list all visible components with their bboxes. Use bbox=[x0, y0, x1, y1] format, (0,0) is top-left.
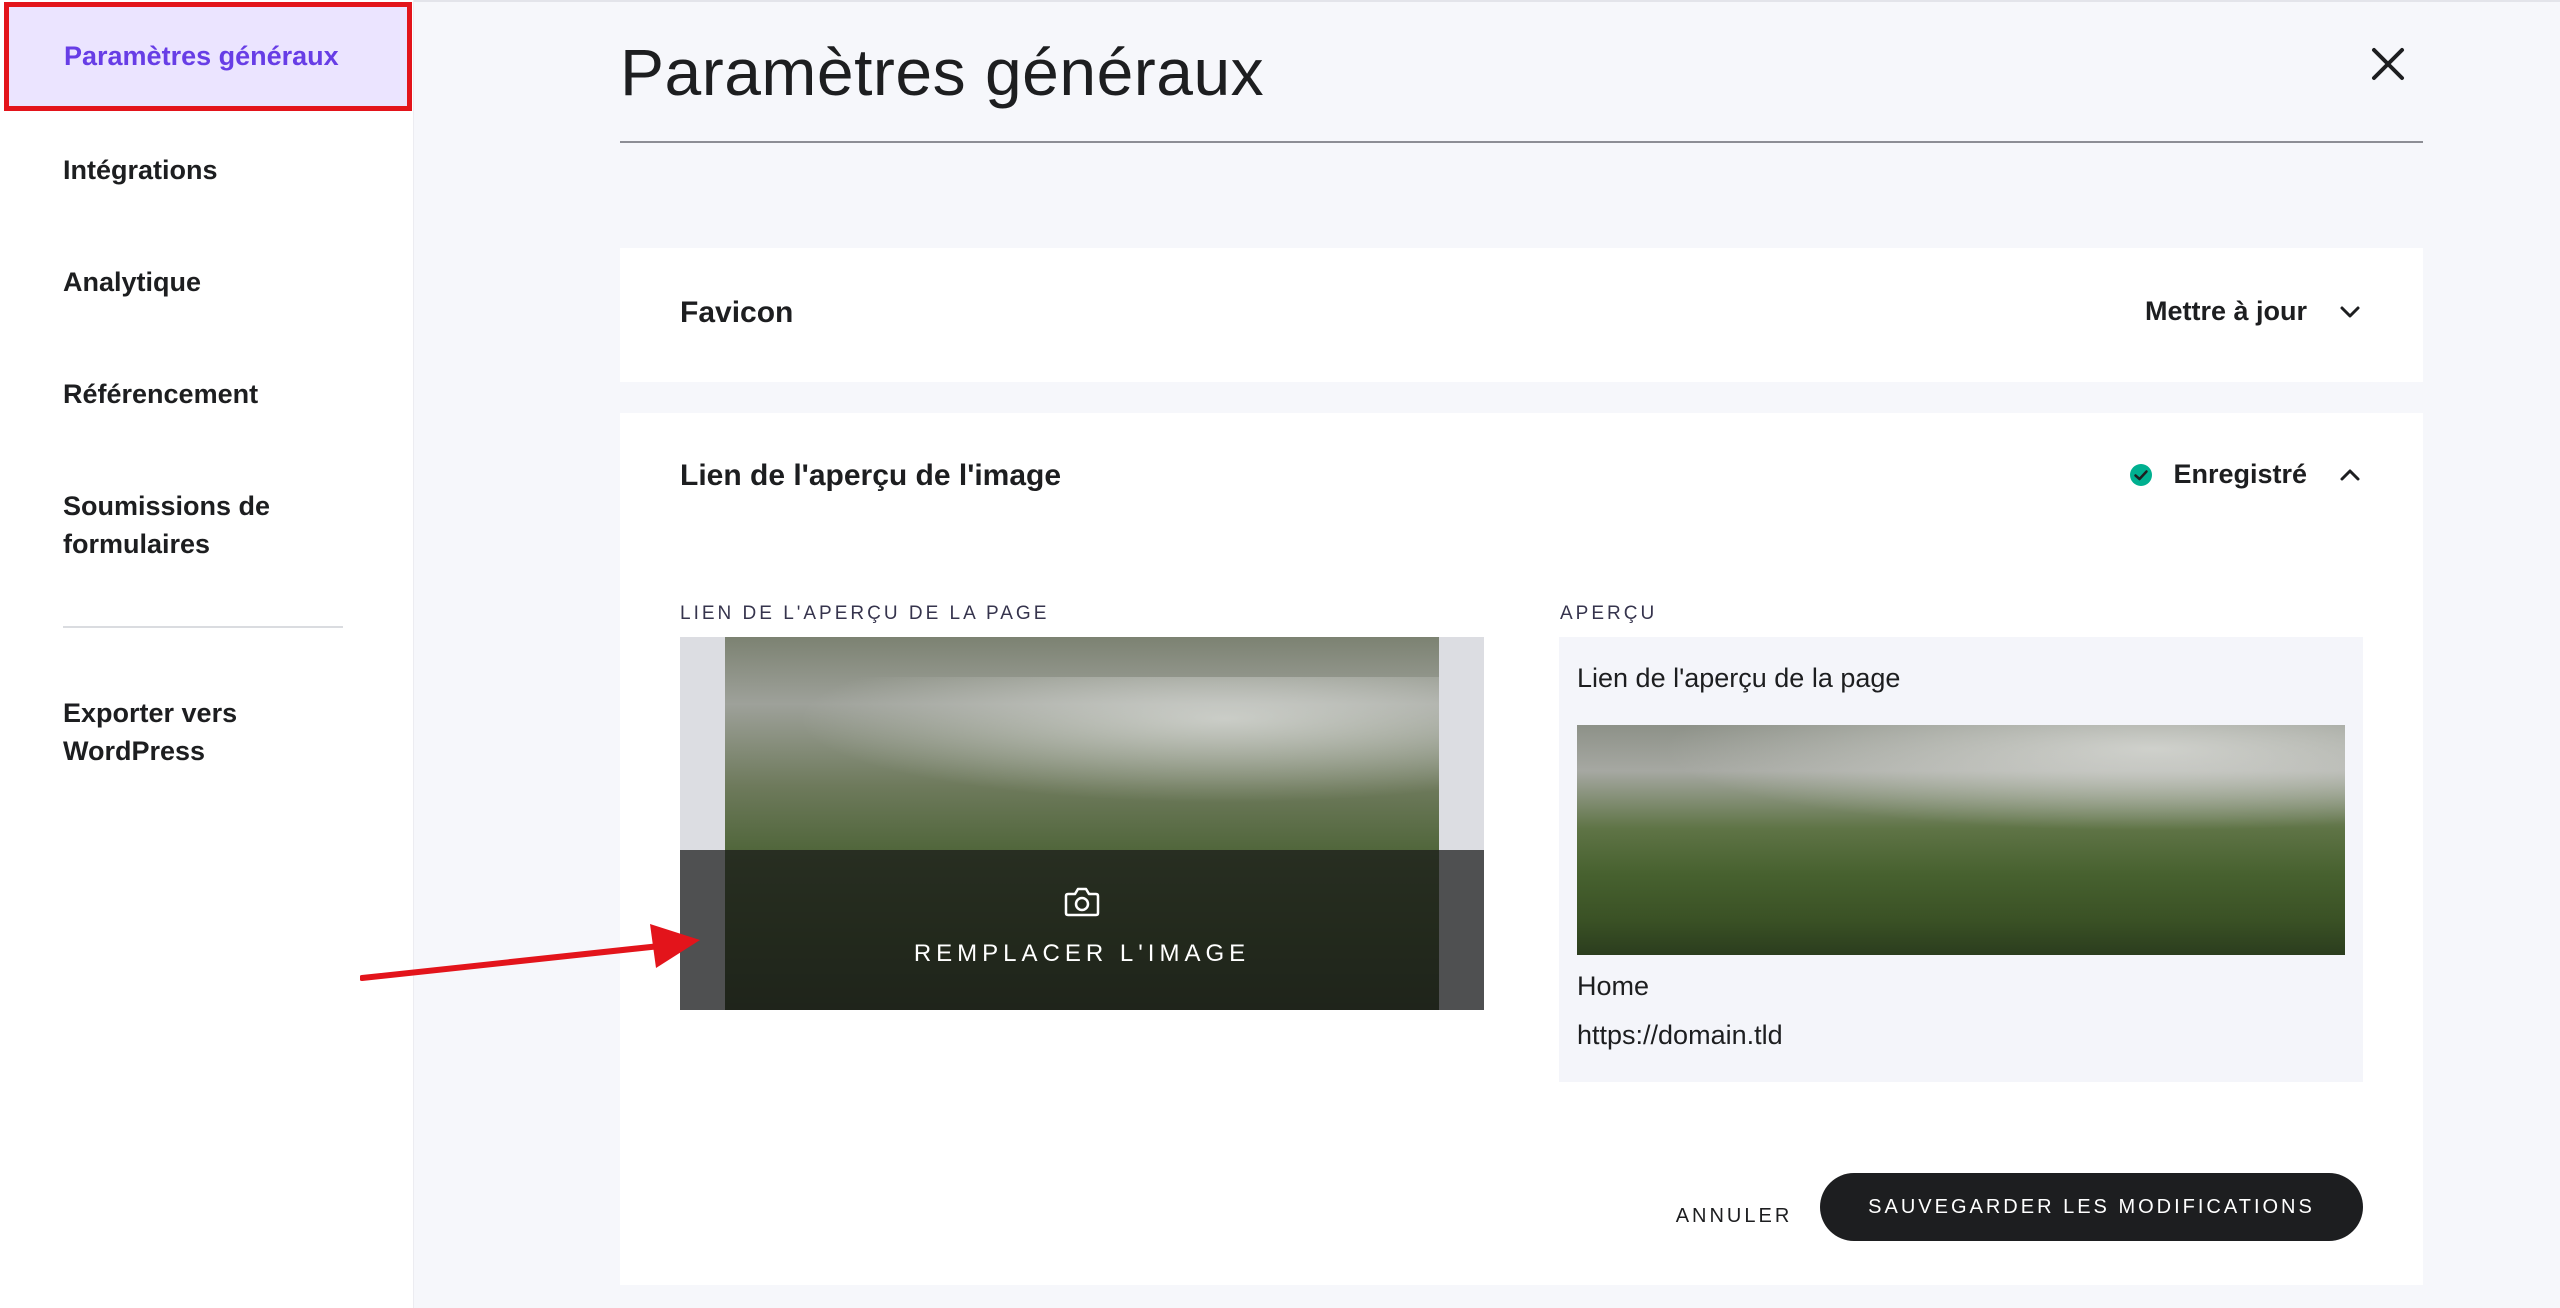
chevron-down-icon bbox=[2340, 306, 2360, 317]
close-icon bbox=[2372, 48, 2404, 80]
sidebar-item-export-wordpress[interactable]: Exporter vers WordPress bbox=[63, 694, 323, 770]
image-preview-title: Lien de l'aperçu de l'image bbox=[680, 459, 1062, 492]
favicon-update-toggle[interactable]: Mettre à jour bbox=[2145, 296, 2363, 327]
sidebar-item-label: Paramètres généraux bbox=[64, 41, 339, 71]
favicon-update-label: Mettre à jour bbox=[2144, 296, 2307, 326]
preview-thumbnail bbox=[1577, 725, 2345, 955]
image-preview-card: Lien de l'aperçu de l'image Enregistré L… bbox=[620, 413, 2423, 1285]
sidebar-item-general-settings[interactable]: Paramètres généraux bbox=[4, 2, 412, 111]
chevron-up-icon bbox=[2340, 469, 2360, 480]
cancel-button[interactable]: ANNULER bbox=[1648, 1194, 1820, 1238]
preview-label: APERÇU bbox=[1560, 603, 1658, 624]
link-preview-panel: Lien de l'aperçu de la page Home https:/… bbox=[1559, 637, 2363, 1082]
preview-url: https://domain.tld bbox=[1577, 1020, 1783, 1050]
replace-image-button[interactable]: REMPLACER L'IMAGE bbox=[680, 850, 1484, 1010]
favicon-title: Favicon bbox=[680, 296, 794, 329]
preview-heading: Lien de l'aperçu de la page bbox=[1577, 663, 1901, 693]
save-button[interactable]: SAUVEGARDER LES MODIFICATIONS bbox=[1820, 1173, 2363, 1241]
sidebar-divider bbox=[63, 626, 343, 628]
favicon-card: Favicon Mettre à jour bbox=[620, 248, 2423, 382]
preview-image-uploader: REMPLACER L'IMAGE bbox=[680, 637, 1484, 1010]
sidebar-item-form-submissions[interactable]: Soumissions de formulaires bbox=[63, 487, 323, 563]
sidebar: Paramètres généraux Intégrations Analyti… bbox=[0, 0, 414, 1308]
close-button[interactable] bbox=[2364, 40, 2412, 88]
preview-page-name: Home bbox=[1577, 971, 1650, 1001]
sidebar-item-analytics[interactable]: Analytique bbox=[63, 263, 201, 301]
page-title: Paramètres généraux bbox=[620, 35, 1265, 109]
replace-image-label: REMPLACER L'IMAGE bbox=[913, 940, 1251, 967]
page-preview-link-label: LIEN DE L'APERÇU DE LA PAGE bbox=[680, 603, 1050, 624]
status-badge: Enregistré bbox=[2173, 459, 2307, 489]
sidebar-item-seo[interactable]: Référencement bbox=[63, 375, 258, 413]
annotation-arrow-icon bbox=[360, 924, 700, 981]
sidebar-item-integrations[interactable]: Intégrations bbox=[63, 151, 218, 189]
camera-icon bbox=[1064, 887, 1100, 917]
image-preview-toggle[interactable]: Enregistré bbox=[2129, 459, 2363, 490]
title-divider bbox=[620, 141, 2423, 143]
check-circle-icon bbox=[2130, 463, 2153, 486]
